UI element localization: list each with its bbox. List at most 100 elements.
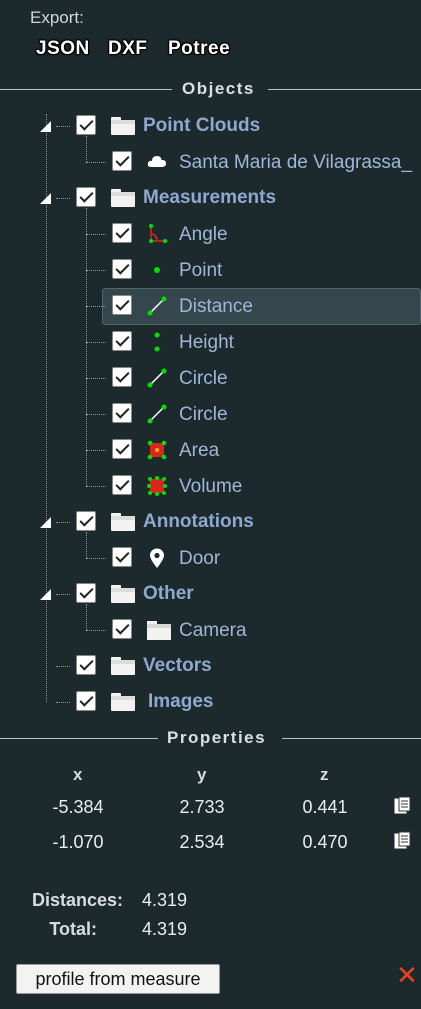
visibility-checkbox[interactable] (76, 511, 96, 531)
visibility-checkbox[interactable] (112, 619, 132, 639)
tree-item[interactable]: Circle (0, 360, 421, 396)
tree-connector (56, 666, 70, 667)
visibility-checkbox[interactable] (76, 655, 96, 675)
visibility-checkbox[interactable] (112, 259, 132, 279)
item-label: Santa Maria de Vilagrassa_ (179, 152, 413, 173)
point-icon (146, 259, 168, 281)
tree-folder-annotations[interactable]: Annotations (0, 504, 421, 540)
visibility-checkbox[interactable] (112, 367, 132, 387)
folder-label: Other (143, 583, 194, 604)
tree-connector (86, 558, 106, 559)
tree-folder-vectors[interactable]: Vectors (0, 648, 421, 684)
folder-label: Images (148, 691, 214, 712)
column-header-z: z (320, 765, 329, 784)
tree-connector (86, 162, 106, 163)
properties-title: Properties (167, 728, 267, 747)
collapse-toggle-icon[interactable] (40, 517, 51, 528)
export-json-button[interactable]: JSON (36, 38, 90, 60)
tree-connector (86, 630, 106, 631)
visibility-checkbox[interactable] (76, 691, 96, 711)
visibility-checkbox[interactable] (112, 403, 132, 423)
visibility-checkbox[interactable] (112, 223, 132, 243)
folder-label: Vectors (143, 655, 212, 676)
tree-item[interactable]: Santa Maria de Vilagrassa_ (0, 144, 421, 180)
tree-item[interactable]: Point (0, 252, 421, 288)
cell-x: -1.070 (52, 832, 104, 852)
divider (0, 738, 158, 739)
folder-icon (111, 585, 135, 603)
item-label: Volume (179, 476, 243, 497)
total-value: 4.319 (142, 919, 188, 939)
item-label: Camera (179, 620, 247, 641)
visibility-checkbox[interactable] (112, 547, 132, 567)
copy-icon[interactable] (394, 831, 412, 851)
tree-connector (56, 198, 70, 199)
close-icon[interactable]: ✕ (396, 962, 418, 988)
collapse-toggle-icon[interactable] (40, 193, 51, 204)
tree-item[interactable]: Height (0, 324, 421, 360)
cell-z: 0.470 (302, 832, 348, 852)
folder-icon (111, 657, 135, 675)
tree-connector (86, 450, 106, 451)
item-label: Circle (179, 404, 228, 425)
visibility-checkbox[interactable] (112, 475, 132, 495)
circle-icon (146, 403, 168, 425)
collapse-toggle-icon[interactable] (40, 589, 51, 600)
copy-icon[interactable] (394, 796, 412, 816)
tree-connector (86, 378, 106, 379)
visibility-checkbox[interactable] (76, 187, 96, 207)
item-label: Area (179, 440, 220, 461)
tree-item[interactable]: Camera (0, 612, 421, 648)
visibility-checkbox[interactable] (112, 295, 132, 315)
tree-item[interactable]: Distance (0, 288, 421, 325)
divider (0, 89, 172, 90)
visibility-checkbox[interactable] (112, 331, 132, 351)
tree-item[interactable]: Door (0, 540, 421, 576)
tree-folder-other[interactable]: Other (0, 576, 421, 612)
tree-connector (56, 126, 70, 127)
tree-connector (86, 604, 87, 630)
angle-icon (146, 223, 168, 245)
tree-connector (86, 532, 87, 558)
tree-connector (56, 594, 70, 595)
item-label: Point (179, 260, 223, 281)
distances-label: Distances: (31, 890, 123, 910)
tree-item[interactable]: Area (0, 432, 421, 468)
folder-label: Point Clouds (143, 115, 261, 136)
tree-folder-measurements[interactable]: Measurements (0, 180, 421, 216)
tree-connector (86, 234, 106, 235)
visibility-checkbox[interactable] (76, 583, 96, 603)
tree-folder-images[interactable]: Images (0, 684, 421, 720)
profile-from-measure-button[interactable]: profile from measure (16, 964, 220, 994)
distances-value: 4.319 (142, 890, 188, 910)
export-dxf-button[interactable]: DXF (108, 38, 148, 60)
folder-label: Annotations (143, 511, 254, 532)
collapse-toggle-icon[interactable] (40, 121, 51, 132)
total-label: Total: (49, 919, 97, 939)
cell-y: 2.733 (179, 797, 225, 817)
visibility-checkbox[interactable] (76, 115, 96, 135)
tree-folder-point_clouds[interactable]: Point Clouds (0, 108, 421, 144)
tree-item[interactable]: Volume (0, 468, 421, 504)
tree-item[interactable]: Angle (0, 216, 421, 252)
tree-connector (86, 270, 106, 271)
cell-x: -5.384 (52, 797, 104, 817)
export-potree-button[interactable]: Potree (168, 38, 230, 60)
tree-connector (86, 342, 106, 343)
cell-z: 0.441 (302, 797, 348, 817)
tree-connector (86, 486, 106, 487)
tree-connector (86, 414, 106, 415)
circle-icon (146, 367, 168, 389)
distance-icon (146, 295, 168, 317)
folder-icon (111, 117, 135, 135)
visibility-checkbox[interactable] (112, 439, 132, 459)
folder-icon (147, 619, 171, 641)
tree-item[interactable]: Circle (0, 396, 421, 432)
tree-connector (86, 208, 87, 486)
folder-icon (111, 693, 135, 711)
cell-y: 2.534 (179, 832, 225, 852)
area-icon (146, 439, 168, 461)
visibility-checkbox[interactable] (112, 151, 132, 171)
tree-connector (86, 136, 87, 162)
folder-icon (111, 189, 135, 207)
